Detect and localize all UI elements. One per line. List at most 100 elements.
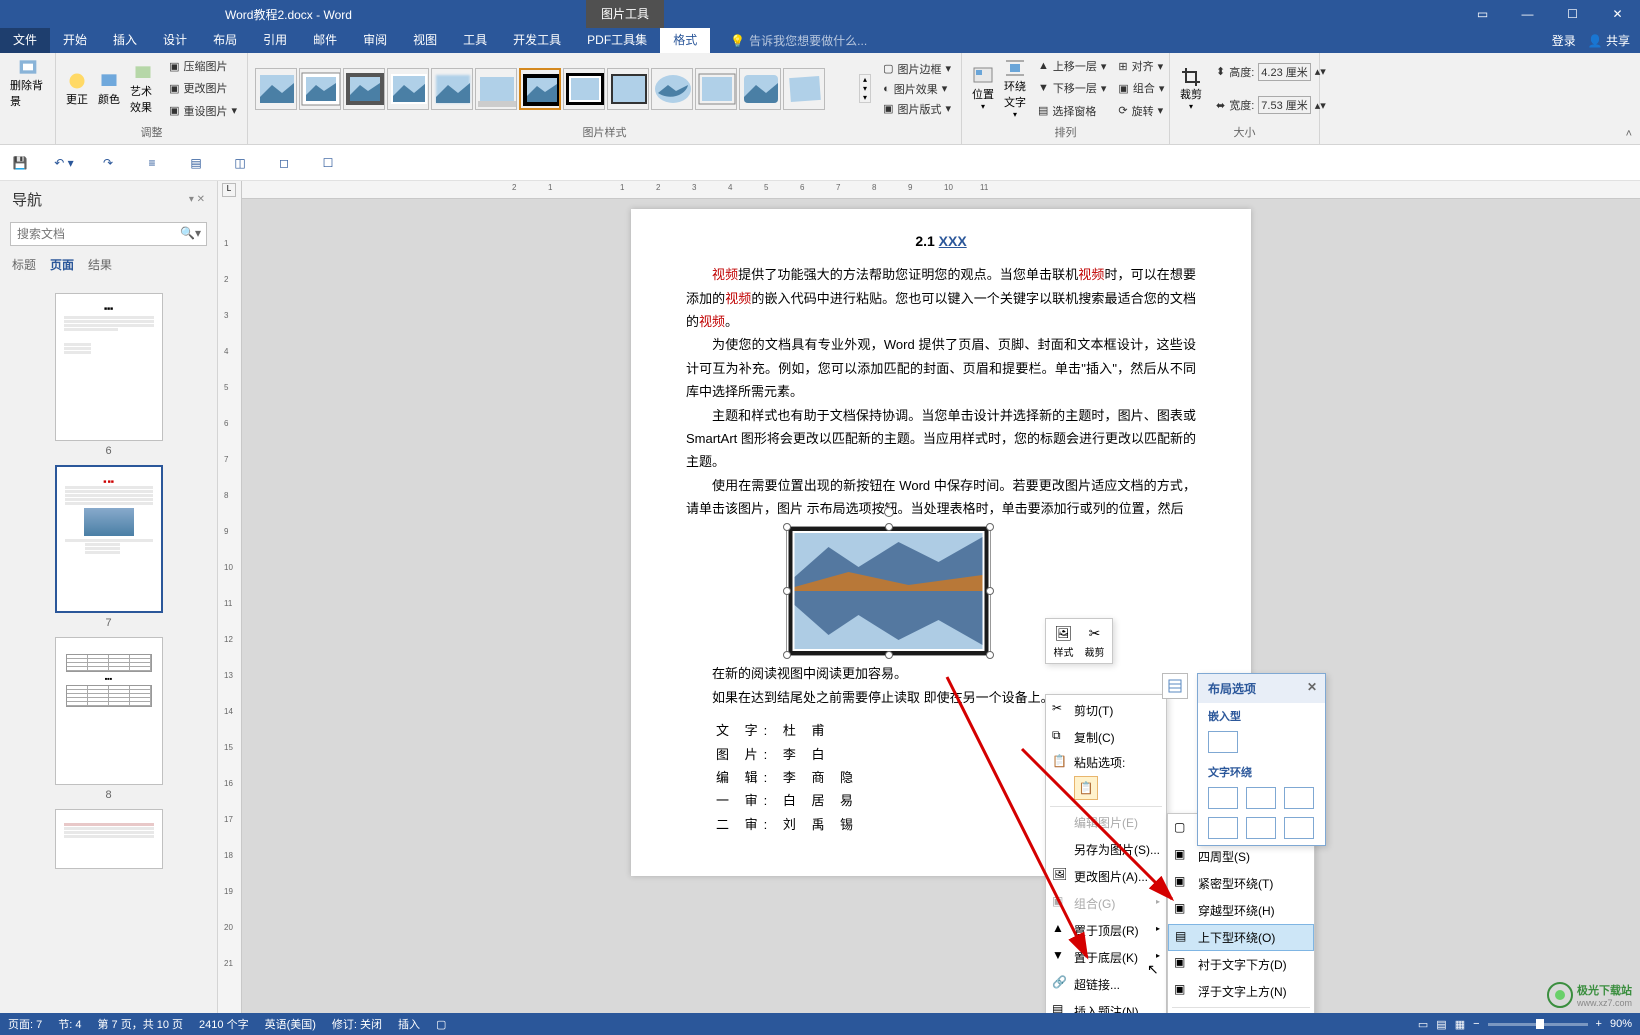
send-backward[interactable]: ▼ 下移一层 ▾ bbox=[1034, 78, 1110, 98]
picture-style-3[interactable] bbox=[343, 68, 385, 110]
corrections-button[interactable]: 更正 bbox=[62, 55, 92, 122]
qat-icon-5[interactable]: ☐ bbox=[318, 153, 338, 173]
paragraph-1[interactable]: 视频提供了功能强大的方法帮助您证明您的观点。当您单击联机视频时，可以在想要添加的… bbox=[686, 263, 1196, 333]
picture-style-10[interactable] bbox=[651, 68, 693, 110]
remove-background-button[interactable]: 删除背景 bbox=[6, 55, 49, 111]
status-words[interactable]: 2410 个字 bbox=[199, 1016, 249, 1032]
ribbon-options-icon[interactable]: ▭ bbox=[1460, 0, 1505, 28]
undo-icon[interactable]: ↶ ▾ bbox=[54, 153, 74, 173]
nav-tab-pages[interactable]: 页面 bbox=[50, 256, 74, 273]
maximize-icon[interactable]: ☐ bbox=[1550, 0, 1595, 28]
status-insert[interactable]: 插入 bbox=[398, 1016, 420, 1032]
picture-style-2[interactable] bbox=[299, 68, 341, 110]
document-scroll[interactable]: 2.1 XXX 视频提供了功能强大的方法帮助您证明您的观点。当您单击联机视频时，… bbox=[242, 199, 1640, 1019]
layout-opt-through[interactable] bbox=[1284, 787, 1314, 809]
picture-effects[interactable]: ◐ 图片效果 ▾ bbox=[879, 79, 955, 99]
width-field[interactable]: ⬌ 宽度: 7.53 厘米 ▴▾ bbox=[1212, 94, 1330, 116]
zoom-slider[interactable] bbox=[1488, 1023, 1588, 1026]
view-print-icon[interactable]: ▤ bbox=[1436, 1018, 1446, 1031]
crop-button[interactable]: 裁剪▾ bbox=[1176, 55, 1206, 122]
ctx-change-picture[interactable]: 🖼更改图片(A)... bbox=[1046, 863, 1166, 890]
picture-style-7-selected[interactable] bbox=[519, 68, 561, 110]
mini-style[interactable]: 🖼样式 bbox=[1048, 621, 1079, 661]
picture-style-12[interactable] bbox=[739, 68, 781, 110]
qat-icon-1[interactable]: ≡ bbox=[142, 153, 162, 173]
rotate-button[interactable]: ⟳ 旋转 ▾ bbox=[1114, 101, 1168, 121]
collapse-ribbon-icon[interactable]: ˄ bbox=[1626, 128, 1632, 140]
ctx-save-as-picture[interactable]: 另存为图片(S)... bbox=[1046, 836, 1166, 863]
status-page[interactable]: 页面: 7 bbox=[8, 1016, 42, 1032]
status-track[interactable]: 修订: 关闭 bbox=[332, 1016, 382, 1032]
selection-pane[interactable]: ▤ 选择窗格 bbox=[1034, 101, 1110, 121]
tab-layout[interactable]: 布局 bbox=[200, 28, 250, 53]
tab-file[interactable]: 文件 bbox=[0, 28, 50, 53]
reset-picture[interactable]: ▣ 重设图片 ▾ bbox=[165, 101, 241, 121]
qat-icon-4[interactable]: ◻ bbox=[274, 153, 294, 173]
qat-icon-3[interactable]: ◫ bbox=[230, 153, 250, 173]
tab-format[interactable]: 格式 bbox=[660, 28, 710, 53]
paste-option-1[interactable]: 📋 bbox=[1074, 776, 1098, 800]
tab-tools[interactable]: 工具 bbox=[450, 28, 500, 53]
sign-in[interactable]: 登录 bbox=[1552, 32, 1576, 49]
layout-opt-tight[interactable] bbox=[1246, 787, 1276, 809]
wrap-tight[interactable]: ▣紧密型环绕(T) bbox=[1168, 870, 1314, 897]
ctx-bring-front[interactable]: ▲置于顶层(R)▸ bbox=[1046, 917, 1166, 944]
search-input[interactable] bbox=[10, 222, 207, 246]
tab-insert[interactable]: 插入 bbox=[100, 28, 150, 53]
rotate-handle[interactable] bbox=[884, 507, 894, 517]
tab-review[interactable]: 审阅 bbox=[350, 28, 400, 53]
wrap-through[interactable]: ▣穿越型环绕(H) bbox=[1168, 897, 1314, 924]
vertical-ruler[interactable]: L 123456789101112131415161718192021 bbox=[218, 181, 242, 1019]
wrap-front[interactable]: ▣浮于文字上方(N) bbox=[1168, 978, 1314, 1005]
wrap-square[interactable]: ▣四周型(S) bbox=[1168, 843, 1314, 870]
wrap-behind[interactable]: ▣衬于文字下方(D) bbox=[1168, 951, 1314, 978]
thumb-8[interactable]: ■■■ 8 bbox=[55, 637, 163, 801]
status-lang[interactable]: 英语(美国) bbox=[265, 1016, 316, 1032]
layout-options-badge[interactable] bbox=[1162, 673, 1188, 699]
horizontal-ruler[interactable]: 211234567891011 bbox=[242, 181, 1640, 199]
tab-design[interactable]: 设计 bbox=[150, 28, 200, 53]
paragraph-5[interactable]: 在新的阅读视图中阅读更加容易。 bbox=[686, 662, 1196, 685]
bring-forward[interactable]: ▲ 上移一层 ▾ bbox=[1034, 56, 1110, 76]
paragraph-2[interactable]: 为使您的文档具有专业外观，Word 提供了页眉、页脚、封面和文本框设计，这些设计… bbox=[686, 333, 1196, 403]
wrap-text-button[interactable]: 环绕文字▾ bbox=[1000, 55, 1030, 122]
layout-opt-square[interactable] bbox=[1208, 787, 1238, 809]
picture-style-6[interactable] bbox=[475, 68, 517, 110]
view-read-icon[interactable]: ▭ bbox=[1418, 1018, 1428, 1031]
thumb-7[interactable]: ■ ■■ 7 bbox=[55, 465, 163, 629]
nav-tab-headings[interactable]: 标题 bbox=[12, 256, 36, 273]
thumb-9[interactable] bbox=[55, 809, 163, 869]
group-button[interactable]: ▣ 组合 ▾ bbox=[1114, 78, 1168, 98]
styles-scroll-up[interactable]: ▴ bbox=[860, 75, 870, 84]
minimize-icon[interactable]: — bbox=[1505, 0, 1550, 28]
align-button[interactable]: ⊞ 对齐 ▾ bbox=[1114, 56, 1168, 76]
nav-tab-results[interactable]: 结果 bbox=[88, 256, 112, 273]
status-page-of[interactable]: 第 7 页，共 10 页 bbox=[97, 1016, 183, 1032]
zoom-in[interactable]: + bbox=[1596, 1018, 1602, 1030]
wrap-top-bottom[interactable]: ▤上下型环绕(O) bbox=[1168, 924, 1314, 951]
page-thumbnails[interactable]: ■■■ 6 ■ ■■ 7 ■■■ 8 bbox=[0, 279, 217, 1019]
picture-style-4[interactable] bbox=[387, 68, 429, 110]
tab-home[interactable]: 开始 bbox=[50, 28, 100, 53]
heading[interactable]: 2.1 XXX bbox=[686, 229, 1196, 255]
picture-style-9[interactable] bbox=[607, 68, 649, 110]
layout-opt-inline[interactable] bbox=[1208, 731, 1238, 753]
color-button[interactable]: 颜色 bbox=[94, 55, 124, 122]
position-button[interactable]: 位置▾ bbox=[968, 55, 998, 122]
styles-more[interactable]: ▾ bbox=[860, 93, 870, 102]
picture-border[interactable]: ▢ 图片边框 ▾ bbox=[879, 59, 955, 79]
picture-style-1[interactable] bbox=[255, 68, 297, 110]
view-web-icon[interactable]: ▦ bbox=[1455, 1018, 1465, 1031]
thumb-6[interactable]: ■■■ 6 bbox=[55, 293, 163, 457]
paragraph-3[interactable]: 主题和样式也有助于文档保持协调。当您单击设计并选择新的主题时，图片、图表或 Sm… bbox=[686, 404, 1196, 474]
change-picture[interactable]: ▣ 更改图片 bbox=[165, 78, 241, 98]
tab-pdf[interactable]: PDF工具集 bbox=[574, 28, 660, 53]
tell-me[interactable]: 💡告诉我您想要做什么... bbox=[730, 32, 867, 49]
qat-icon-2[interactable]: ▤ bbox=[186, 153, 206, 173]
picture-style-5[interactable] bbox=[431, 68, 473, 110]
save-icon[interactable]: 💾 bbox=[10, 153, 30, 173]
tab-view[interactable]: 视图 bbox=[400, 28, 450, 53]
picture-style-8[interactable] bbox=[563, 68, 605, 110]
close-icon[interactable]: ✕ bbox=[1595, 0, 1640, 28]
zoom-out[interactable]: − bbox=[1473, 1018, 1479, 1030]
